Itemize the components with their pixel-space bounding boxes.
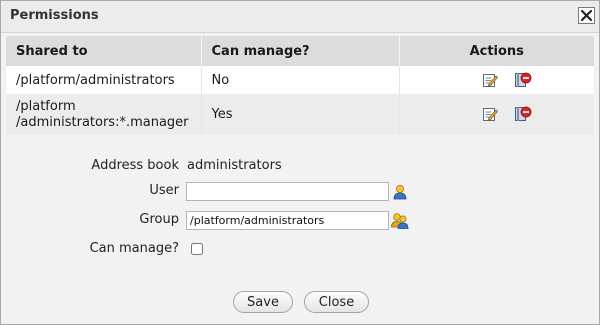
cell-can-manage: Yes — [201, 94, 400, 135]
address-book-value: administrators — [187, 158, 282, 173]
cell-shared-to-line2: /administrators:*.manager — [16, 114, 189, 130]
save-button[interactable]: Save — [233, 291, 293, 313]
close-button[interactable]: Close — [304, 291, 369, 313]
col-header-actions: Actions — [399, 36, 594, 66]
delete-icon[interactable] — [514, 106, 532, 122]
table-row: /platform/administrators No — [6, 66, 594, 94]
address-book-label: Address book — [91, 158, 179, 173]
user-label: User — [149, 183, 179, 198]
close-icon[interactable] — [578, 7, 595, 24]
group-picker-icon[interactable] — [391, 212, 409, 233]
group-label: Group — [139, 212, 179, 227]
cell-shared-to: /platform/administrators — [6, 66, 202, 94]
dialog-title: Permissions — [10, 8, 99, 23]
edit-icon[interactable] — [482, 72, 498, 88]
cell-shared-to: /platform /administrators:*.manager — [6, 94, 202, 135]
table-header-row: Shared to Can manage? Actions — [6, 36, 594, 66]
permissions-table: Shared to Can manage? Actions /platform/… — [6, 36, 594, 135]
can-manage-checkbox[interactable] — [191, 243, 203, 255]
dialog-titlebar: Permissions — [1, 1, 599, 33]
group-input[interactable] — [186, 211, 389, 230]
delete-icon[interactable] — [514, 72, 532, 88]
user-input[interactable] — [186, 182, 389, 201]
user-picker-icon[interactable] — [393, 184, 407, 204]
table-row: /platform /administrators:*.manager Yes — [6, 94, 594, 135]
edit-icon[interactable] — [482, 106, 498, 122]
permissions-dialog: Permissions Shared to Can manage? Action… — [0, 0, 600, 325]
col-header-can-manage: Can manage? — [201, 36, 400, 66]
col-header-shared-to: Shared to — [6, 36, 202, 66]
cell-shared-to-line1: /platform — [16, 98, 76, 114]
cell-can-manage: No — [201, 66, 400, 94]
cell-actions — [399, 94, 594, 135]
cell-actions — [399, 66, 594, 94]
can-manage-label: Can manage? — [89, 241, 179, 256]
